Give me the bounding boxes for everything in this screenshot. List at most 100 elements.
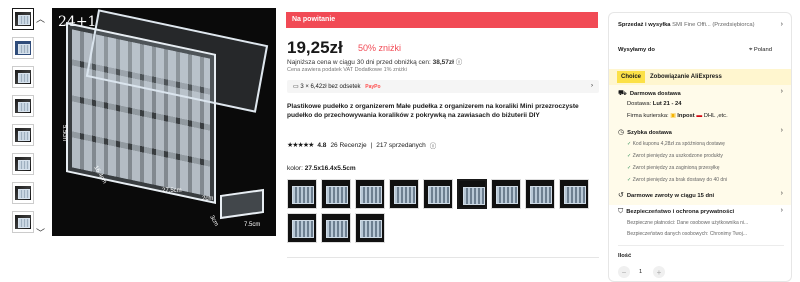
guarantee-item: ✓ Zwrot pieniędzy za uszkodzone produkty — [627, 153, 723, 159]
current-price: 19,25zł — [287, 38, 343, 57]
color-swatch[interactable] — [287, 213, 317, 243]
courier-label: Firma kurierska: — [627, 113, 669, 119]
courier-dhl: DHL ,etc. — [703, 113, 728, 119]
color-swatches — [287, 179, 607, 243]
fast-delivery-row[interactable]: ◷ Szybka dostawa — [618, 128, 672, 136]
color-swatch[interactable] — [423, 179, 453, 209]
shield-icon: ⛉ — [618, 208, 624, 215]
rating-row: ★★★★★ 4.8 26 Recenzje | 217 sprzedanych … — [287, 140, 437, 151]
chevron-right-icon[interactable]: › — [781, 207, 783, 214]
divider — [287, 257, 599, 258]
chevron-right-icon[interactable]: › — [781, 21, 783, 28]
color-swatch[interactable] — [389, 179, 419, 209]
choice-text: Zobowiązanie AliExpress — [650, 74, 722, 80]
dim-label: 27.5cm — [162, 188, 182, 194]
guarantee-item: ✓ Kod kuponu 4,28zł za spóźnioną dostawę — [627, 141, 725, 147]
quantity-label: Ilość — [618, 253, 632, 259]
security-line: Bezpieczne płatności: Dane osobowe użytk… — [627, 220, 749, 226]
payment-provider-logo: PayPo — [365, 84, 381, 90]
ship-to-country[interactable]: ⌖ Poland — [749, 47, 772, 54]
reviews-link[interactable]: 26 Recenzje — [330, 142, 366, 149]
choice-tag: Choice — [617, 71, 646, 83]
location-pin-icon: ⌖ — [749, 47, 753, 53]
star-rating-icon: ★★★★★ — [287, 142, 314, 149]
dim-label: 7.5cm — [244, 222, 261, 228]
check-icon: ✓ — [627, 153, 632, 159]
dim-label: 5.5cm — [61, 124, 68, 142]
free-returns-text: Darmowe zwroty w ciągu 15 dni — [626, 193, 715, 199]
installments-text: 3 × 6,42zł bez odsetek — [300, 84, 361, 90]
seller-row[interactable]: Sprzedaż i wysyłka SMI Fine Offi... (Prz… — [618, 22, 755, 28]
courier-row: Firma kurierska: ▣ Inpost ▬ DHL ,etc. — [627, 113, 728, 119]
ship-to-label: Wysyłamy do — [618, 47, 655, 53]
clock-icon: ◷ — [618, 129, 625, 136]
choice-banner: Choice Zobowiązanie AliExpress — [609, 69, 791, 85]
inpost-logo-icon: ▣ — [670, 113, 676, 119]
security-row[interactable]: ⛉ Bezpieczeństwo i ochrona prywatności — [618, 208, 734, 216]
vat-note: Cena zawiera podatek VAT Dodatkowe 1% zn… — [287, 67, 407, 73]
chevron-right-icon[interactable]: › — [781, 190, 783, 197]
guarantee-item: ✓ Zwrot pieniędzy za zaginioną przesyłkę — [627, 165, 720, 171]
small-box-illustration — [220, 188, 264, 220]
free-delivery-title: Darmowa dostawa — [629, 91, 681, 97]
installments-text-wrap: ▭ 3 × 6,42zł bez odsetek PayPo — [293, 83, 381, 90]
color-swatch[interactable] — [491, 179, 521, 209]
chevron-up-icon[interactable]: ︿ — [36, 12, 45, 25]
shipping-panel: Sprzedaż i wysyłka SMI Fine Offi... (Prz… — [608, 12, 792, 282]
delivery-date-label: Dostawa: — [627, 101, 652, 107]
quantity-value: 1 — [639, 269, 643, 275]
thumbnail[interactable] — [12, 95, 34, 117]
lowest-price-value: 38,57zł — [432, 59, 454, 66]
color-swatch[interactable] — [355, 179, 385, 209]
seller-label: Sprzedaż i wysyłka — [618, 22, 671, 28]
quantity-decrease-button[interactable]: − — [618, 266, 630, 278]
lowest-price-note: Najniższa cena w ciągu 30 dni przed obni… — [287, 56, 462, 66]
divider-bar: | — [370, 141, 373, 149]
color-swatch[interactable] — [457, 179, 487, 209]
organizer-box-illustration — [66, 22, 216, 204]
free-delivery-row[interactable]: ⛟ Darmowa dostawa — [618, 89, 681, 98]
info-icon[interactable]: ⓘ — [456, 59, 463, 66]
thumbnail[interactable] — [12, 182, 34, 204]
rating-value: 4.8 — [317, 141, 327, 149]
color-label-text: kolor: — [287, 165, 303, 172]
delivery-date-value: Lut 21 - 24 — [652, 101, 682, 107]
thumbnail[interactable] — [12, 8, 34, 30]
chevron-right-icon[interactable]: › — [781, 127, 783, 134]
security-line: Bezpieczeństwo danych osobowych: Chronim… — [627, 231, 747, 237]
color-swatch[interactable] — [287, 179, 317, 209]
installments-banner[interactable]: ▭ 3 × 6,42zł bez odsetek PayPo › — [287, 80, 599, 93]
welcome-promo-banner: Na powitanie — [286, 12, 598, 28]
color-swatch[interactable] — [321, 213, 351, 243]
thumbnail[interactable] — [12, 37, 34, 59]
thumbnail-rail — [10, 8, 44, 240]
truck-icon: ⛟ — [618, 90, 627, 97]
discount-label: 50% zniżki — [358, 43, 402, 53]
thumbnail[interactable] — [12, 124, 34, 146]
info-icon[interactable]: ⓘ — [430, 140, 437, 150]
dim-label: 2cm — [202, 196, 214, 202]
color-swatch[interactable] — [559, 179, 589, 209]
chevron-down-icon[interactable]: ﹀ — [36, 226, 45, 239]
dim-label: 3cm — [208, 214, 220, 228]
thumbnail[interactable] — [12, 153, 34, 175]
thumbnail[interactable] — [12, 211, 34, 233]
color-swatch[interactable] — [321, 179, 351, 209]
color-swatch[interactable] — [525, 179, 555, 209]
thumbnail[interactable] — [12, 66, 34, 88]
product-title: Plastikowe pudełko z organizerem Małe pu… — [287, 103, 579, 119]
lowest-price-prefix: Najniższa cena w ciągu 30 dni przed obni… — [287, 59, 431, 66]
free-returns-row[interactable]: ↺ Darmowe zwroty w ciągu 15 dni — [618, 191, 714, 199]
country-name: Poland — [753, 47, 772, 53]
divider — [618, 245, 784, 246]
security-title: Bezpieczeństwo i ochrona prywatności — [626, 209, 735, 215]
sold-count: 217 sprzedanych — [376, 141, 426, 149]
quantity-increase-button[interactable]: + — [653, 266, 665, 278]
color-selected-value: 27.5x16.4x5.5cm — [304, 165, 356, 172]
return-icon: ↺ — [618, 192, 624, 199]
color-swatch[interactable] — [355, 213, 385, 243]
dhl-logo-icon: ▬ — [696, 113, 703, 119]
courier-inpost: Inpost — [677, 113, 695, 119]
main-product-image[interactable]: 24+1 27.5cm 16.4cm 5.5cm 2cm 3cm 7.5cm — [52, 8, 276, 236]
chevron-right-icon[interactable]: › — [781, 88, 783, 95]
